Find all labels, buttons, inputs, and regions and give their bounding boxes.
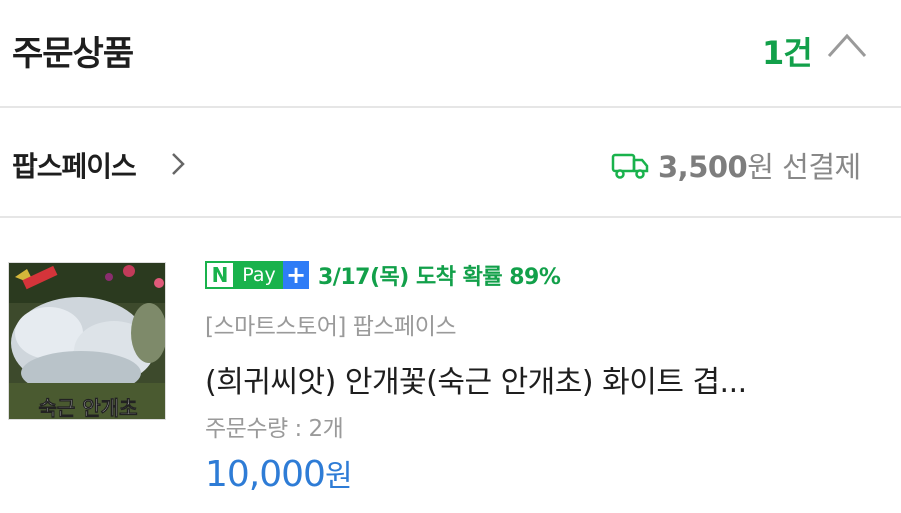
item-count: 1건 — [762, 34, 813, 72]
delivery-eta: 3/17(목) 도착 확률 89% — [318, 265, 561, 290]
seller-row: 팝스페이스 3,500원 선결제 — [0, 110, 901, 218]
order-products-header[interactable]: 주문상품 1건 — [0, 0, 901, 108]
price-amount: 10,000 — [205, 454, 326, 495]
shipping-fee-unit: 원 선결제 — [747, 150, 861, 184]
shipping-fee: 3,500원 선결제 — [658, 144, 861, 186]
truck-icon — [611, 153, 649, 179]
chevron-up-icon[interactable] — [826, 28, 868, 62]
product-price: 10,000원 — [205, 451, 353, 495]
chevron-right-icon[interactable] — [168, 150, 188, 178]
npay-plus-mark: + — [283, 261, 309, 289]
store-label: [스마트스토어] 팝스페이스 — [205, 314, 457, 340]
image-caption: 숙근 안개초 — [39, 396, 138, 420]
shipping-fee-amount: 3,500 — [658, 150, 748, 184]
npay-pay-label: Pay — [235, 261, 283, 289]
baby-breath-flower-image: 숙근 안개초 — [9, 263, 165, 420]
npay-plus-badge: N Pay + — [205, 261, 309, 289]
price-unit: 원 — [324, 459, 353, 494]
product-thumbnail[interactable]: 숙근 안개초 — [8, 262, 166, 420]
order-quantity: 주문수량 : 2개 — [205, 416, 344, 442]
section-title: 주문상품 — [12, 34, 134, 74]
seller-name-link[interactable]: 팝스페이스 — [12, 145, 137, 185]
npay-n-mark: N — [205, 261, 235, 289]
product-name-link[interactable]: (희귀씨앗) 안개꽃(숙근 안개초) 화이트 겹... — [205, 357, 855, 401]
